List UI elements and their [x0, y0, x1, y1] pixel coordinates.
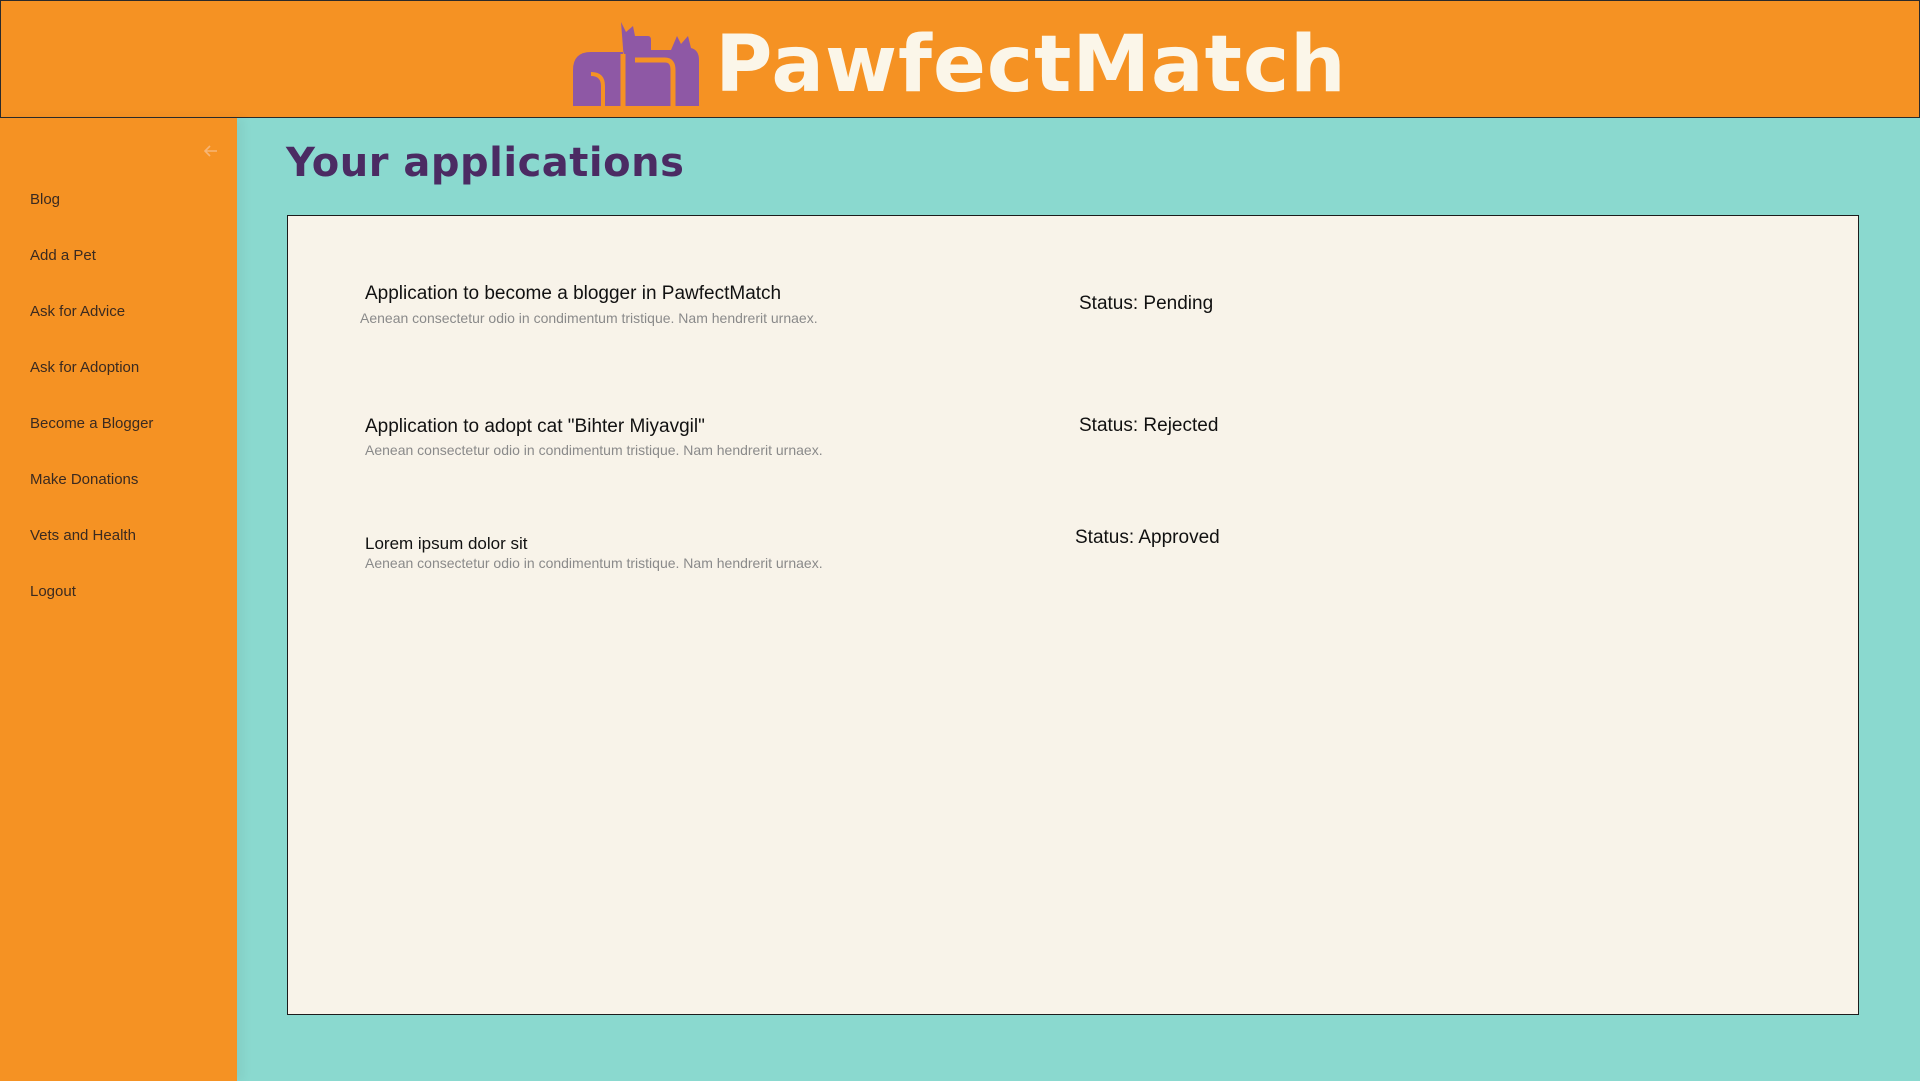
application-title: Application to adopt cat "Bihter Miyavgi… — [365, 416, 705, 437]
sidebar-item-logout[interactable]: Logout — [30, 582, 153, 638]
sidebar-nav: Blog Add a Pet Ask for Advice Ask for Ad… — [30, 190, 153, 638]
brand-name: PawfectMatch — [715, 20, 1347, 110]
status-badge: Status: Approved — [1075, 527, 1220, 548]
sidebar-item-add-a-pet[interactable]: Add a Pet — [30, 246, 153, 302]
application-description: Aenean consectetur odio in condimentum t… — [365, 442, 823, 458]
application-title: Application to become a blogger in Pawfe… — [365, 283, 782, 304]
page-title: Your applications — [286, 140, 685, 186]
sidebar-item-vets-and-health[interactable]: Vets and Health — [30, 526, 153, 582]
status-badge: Status: Rejected — [1079, 415, 1219, 436]
sidebar-item-become-a-blogger[interactable]: Become a Blogger — [30, 414, 153, 470]
arrow-left-icon[interactable] — [198, 138, 224, 164]
sidebar-item-blog[interactable]: Blog — [30, 190, 153, 246]
main-content: Your applications Application to become … — [237, 118, 1920, 1081]
sidebar-item-ask-for-adoption[interactable]: Ask for Adoption — [30, 358, 153, 414]
brand-logo[interactable]: PawfectMatch — [573, 14, 1346, 108]
sidebar-item-ask-for-advice[interactable]: Ask for Advice — [30, 302, 153, 358]
status-badge: Status: Pending — [1079, 293, 1214, 314]
application-description: Aenean consectetur odio in condimentum t… — [365, 555, 823, 571]
app-header: PawfectMatch — [0, 0, 1920, 118]
application-title: Lorem ipsum dolor sit — [365, 534, 528, 553]
sidebar-item-make-donations[interactable]: Make Donations — [30, 470, 153, 526]
application-description: Aenean consectetur odio in condimentum t… — [360, 310, 818, 326]
applications-panel: Application to become a blogger in Pawfe… — [287, 215, 1859, 1015]
cats-logo-icon — [573, 22, 700, 106]
sidebar: Blog Add a Pet Ask for Advice Ask for Ad… — [0, 118, 237, 1081]
